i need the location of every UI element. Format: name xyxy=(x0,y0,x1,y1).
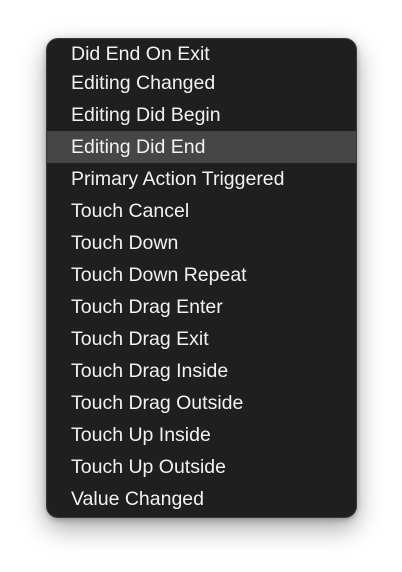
menu-item-touch-down-repeat[interactable]: Touch Down Repeat xyxy=(47,259,356,291)
menu-item-value-changed[interactable]: Value Changed xyxy=(47,483,356,515)
menu-item-primary-action-triggered[interactable]: Primary Action Triggered xyxy=(47,163,356,195)
menu-item-did-end-on-exit[interactable]: Did End On Exit xyxy=(47,39,356,67)
menu-item-editing-did-end[interactable]: Editing Did End xyxy=(47,131,356,163)
menu-item-touch-drag-inside[interactable]: Touch Drag Inside xyxy=(47,355,356,387)
menu-item-touch-drag-outside[interactable]: Touch Drag Outside xyxy=(47,387,356,419)
menu-item-editing-did-begin[interactable]: Editing Did Begin xyxy=(47,99,356,131)
menu-item-touch-drag-exit[interactable]: Touch Drag Exit xyxy=(47,323,356,355)
menu-item-editing-changed[interactable]: Editing Changed xyxy=(47,67,356,99)
event-dropdown-menu: Did End On Exit Editing Changed Editing … xyxy=(46,38,357,518)
menu-item-touch-up-inside[interactable]: Touch Up Inside xyxy=(47,419,356,451)
menu-item-touch-drag-enter[interactable]: Touch Drag Enter xyxy=(47,291,356,323)
menu-item-touch-up-outside[interactable]: Touch Up Outside xyxy=(47,451,356,483)
menu-item-touch-down[interactable]: Touch Down xyxy=(47,227,356,259)
menu-item-touch-cancel[interactable]: Touch Cancel xyxy=(47,195,356,227)
